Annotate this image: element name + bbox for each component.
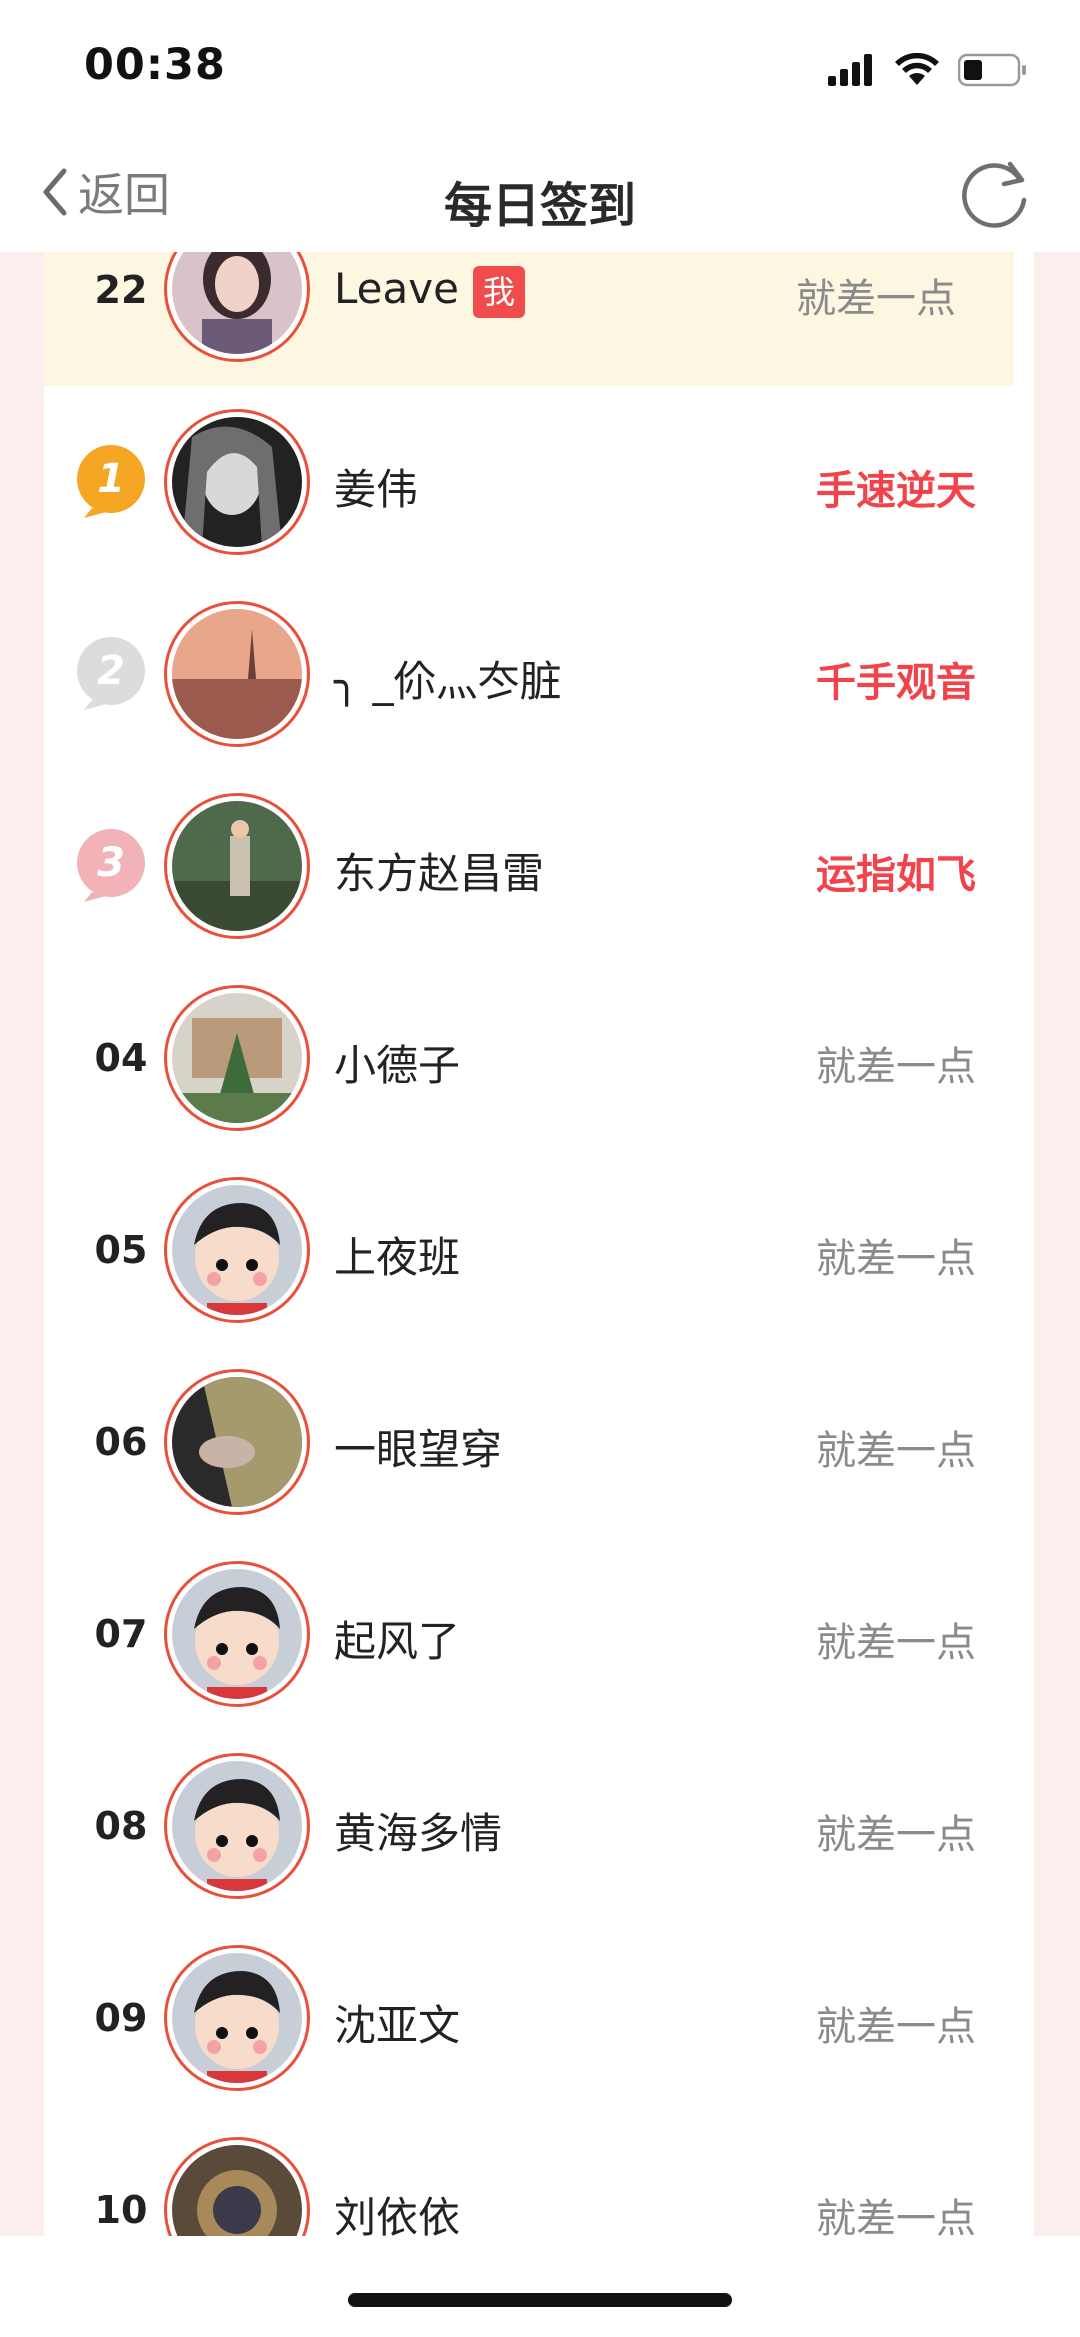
avatar[interactable] bbox=[164, 1945, 310, 2091]
rank-number: 07 bbox=[94, 1612, 148, 1656]
rank-number: 10 bbox=[94, 2188, 148, 2232]
wifi-icon bbox=[895, 53, 939, 85]
ranking-row[interactable]: 10 刘依依 就差一点 bbox=[44, 2114, 1034, 2236]
svg-text:3: 3 bbox=[97, 840, 125, 886]
ranking-row[interactable]: 2 ╮ _伱灬冭脏 千手观音 bbox=[44, 578, 1034, 770]
avatar[interactable] bbox=[164, 1753, 310, 1899]
avatar[interactable] bbox=[164, 1369, 310, 1515]
silver-medal-icon: 2 bbox=[77, 637, 145, 710]
rank-number: 09 bbox=[94, 1996, 148, 2040]
avatar[interactable] bbox=[164, 1561, 310, 1707]
checkin-status: 就差一点 bbox=[816, 2196, 976, 2236]
checkin-status: 就差一点 bbox=[816, 1620, 976, 1666]
checkin-status: 就差一点 bbox=[796, 276, 956, 322]
user-name: Leave 我 bbox=[334, 264, 525, 318]
signal-icon bbox=[828, 54, 872, 86]
avatar[interactable] bbox=[164, 1177, 310, 1323]
user-name: 上夜班 bbox=[334, 1233, 461, 1282]
ranking-row[interactable]: 05 上夜班 就差一点 bbox=[44, 1154, 1034, 1346]
checkin-status: 千手观音 bbox=[816, 660, 976, 706]
ranking-row[interactable]: 07 起风了 就差一点 bbox=[44, 1538, 1034, 1730]
ranking-row[interactable]: 09 沈亚文 就差一点 bbox=[44, 1922, 1034, 2114]
status-bar: 00:38 bbox=[0, 0, 1080, 132]
user-name: 沈亚文 bbox=[334, 2001, 461, 2050]
rank-number: 22 bbox=[94, 268, 148, 312]
avatar[interactable] bbox=[164, 985, 310, 1131]
user-name: 东方赵昌雷 bbox=[334, 849, 545, 898]
ranking-row[interactable]: 04 小德子 就差一点 bbox=[44, 962, 1034, 1154]
battery-icon bbox=[958, 53, 1026, 87]
svg-text:2: 2 bbox=[97, 648, 125, 694]
checkin-status: 就差一点 bbox=[816, 1428, 976, 1474]
ranking-row[interactable]: 08 黄海多情 就差一点 bbox=[44, 1730, 1034, 1922]
rank-number: 04 bbox=[94, 1036, 148, 1080]
me-badge: 我 bbox=[472, 265, 525, 318]
user-name: ╮ _伱灬冭脏 bbox=[334, 657, 562, 706]
ranking-row[interactable]: 1 姜伟 手速逆天 bbox=[44, 386, 1034, 578]
my-ranking-row[interactable]: 22 Leave 我 就差一点 bbox=[44, 252, 1014, 386]
user-name: 姜伟 bbox=[334, 465, 419, 514]
rank-number: 05 bbox=[94, 1228, 148, 1272]
avatar[interactable] bbox=[164, 601, 310, 747]
checkin-status: 就差一点 bbox=[816, 1044, 976, 1090]
gold-medal-icon: 1 bbox=[77, 445, 145, 518]
home-indicator[interactable] bbox=[348, 2293, 732, 2307]
checkin-status: 就差一点 bbox=[816, 1812, 976, 1858]
checkin-status: 就差一点 bbox=[816, 1236, 976, 1282]
ranking-row[interactable]: 06 一眼望穿 就差一点 bbox=[44, 1346, 1034, 1538]
avatar[interactable] bbox=[164, 252, 310, 362]
avatar[interactable] bbox=[164, 793, 310, 939]
user-name: 一眼望穿 bbox=[334, 1425, 503, 1474]
avatar[interactable] bbox=[164, 2137, 310, 2236]
rank-number: 08 bbox=[94, 1804, 148, 1848]
rank-number: 06 bbox=[94, 1420, 148, 1464]
ranking-content: 22 Leave 我 就差一点 1 姜伟 手速逆天 2 ╮ _伱灬冭脏 千手观音… bbox=[0, 252, 1080, 2236]
ranking-row[interactable]: 3 东方赵昌雷 运指如飞 bbox=[44, 770, 1034, 962]
ranking-list[interactable]: 22 Leave 我 就差一点 1 姜伟 手速逆天 2 ╮ _伱灬冭脏 千手观音… bbox=[44, 252, 1034, 2236]
bronze-medal-icon: 3 bbox=[77, 829, 145, 902]
status-time: 00:38 bbox=[84, 40, 226, 90]
avatar[interactable] bbox=[164, 409, 310, 555]
user-name: 起风了 bbox=[334, 1617, 461, 1666]
checkin-status: 手速逆天 bbox=[816, 468, 976, 514]
user-name: 黄海多情 bbox=[334, 1809, 503, 1858]
status-icons bbox=[828, 50, 1028, 90]
checkin-status: 就差一点 bbox=[816, 2004, 976, 2050]
checkin-status: 运指如飞 bbox=[816, 852, 976, 898]
page-title: 每日签到 bbox=[443, 178, 636, 234]
svg-text:1: 1 bbox=[97, 456, 125, 502]
user-name: 小德子 bbox=[334, 1041, 461, 1090]
refresh-icon[interactable] bbox=[952, 150, 1036, 234]
user-name-text: Leave bbox=[334, 264, 459, 313]
user-name: 刘依依 bbox=[334, 2193, 461, 2236]
nav-bar: 返回 每日签到 bbox=[0, 132, 1080, 253]
